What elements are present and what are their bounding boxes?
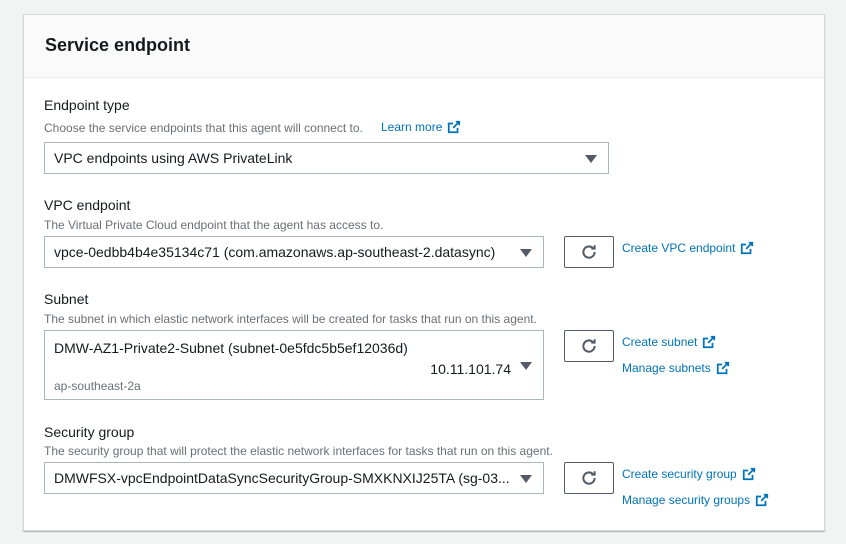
caret-down-icon [520, 362, 532, 370]
refresh-icon [582, 339, 596, 353]
panel-title: Service endpoint [45, 35, 191, 55]
external-link-icon [716, 361, 729, 375]
subnet-description: The subnet in which elastic network inte… [44, 312, 537, 326]
security-group-label: Security group [44, 424, 135, 440]
refresh-icon [582, 471, 596, 485]
endpoint-type-description: Choose the service endpoints that this a… [44, 121, 363, 135]
manage-subnets-link[interactable]: Manage subnets [622, 361, 730, 375]
external-link-icon [741, 241, 754, 255]
create-security-group-label: Create security group [622, 467, 737, 481]
create-vpc-endpoint-label: Create VPC endpoint [622, 241, 736, 255]
subnet-zone: ap-southeast-2a [54, 379, 141, 393]
subnet-label: Subnet [44, 291, 89, 307]
vpc-endpoint-select[interactable]: vpce-0edbb4b4e35134c71 (com.amazonaws.ap… [44, 236, 544, 268]
learn-more-link[interactable]: Learn more [381, 120, 461, 134]
panel-header: Service endpoint [24, 15, 824, 78]
subnet-refresh-button[interactable] [564, 330, 614, 362]
manage-subnets-label: Manage subnets [622, 361, 711, 375]
learn-more-label: Learn more [381, 120, 443, 134]
external-link-icon [755, 493, 769, 507]
vpc-endpoint-description: The Virtual Private Cloud endpoint that … [44, 218, 384, 232]
vpc-endpoint-refresh-button[interactable] [564, 236, 614, 268]
subnet-select[interactable]: DMW-AZ1-Private2-Subnet (subnet-0e5fdc5b… [44, 330, 544, 400]
caret-down-icon [520, 475, 532, 483]
external-link-icon [742, 467, 755, 481]
security-group-value: DMWFSX-vpcEndpointDataSyncSecurityGroup-… [54, 470, 510, 486]
create-subnet-label: Create subnet [622, 335, 698, 349]
caret-down-icon [520, 249, 532, 257]
vpc-endpoint-value: vpce-0edbb4b4e35134c71 (com.amazonaws.ap… [54, 244, 496, 260]
subnet-ip: 10.11.101.74 [430, 361, 511, 377]
vpc-endpoint-label: VPC endpoint [44, 197, 131, 213]
security-group-refresh-button[interactable] [564, 462, 614, 494]
manage-security-groups-label: Manage security groups [622, 493, 751, 507]
security-group-description: The security group that will protect the… [44, 444, 553, 458]
external-link-icon [703, 335, 716, 349]
endpoint-type-value: VPC endpoints using AWS PrivateLink [54, 150, 293, 166]
external-link-icon [448, 120, 461, 134]
endpoint-type-label: Endpoint type [44, 97, 130, 113]
endpoint-type-select[interactable]: VPC endpoints using AWS PrivateLink [44, 142, 609, 174]
refresh-icon [582, 245, 596, 259]
manage-security-groups-link[interactable]: Manage security groups [622, 493, 769, 507]
create-vpc-endpoint-link[interactable]: Create VPC endpoint [622, 241, 754, 255]
subnet-value: DMW-AZ1-Private2-Subnet (subnet-0e5fdc5b… [54, 340, 408, 356]
security-group-select[interactable]: DMWFSX-vpcEndpointDataSyncSecurityGroup-… [44, 462, 544, 494]
create-subnet-link[interactable]: Create subnet [622, 335, 716, 349]
create-security-group-link[interactable]: Create security group [622, 467, 756, 481]
caret-down-icon [585, 155, 597, 163]
